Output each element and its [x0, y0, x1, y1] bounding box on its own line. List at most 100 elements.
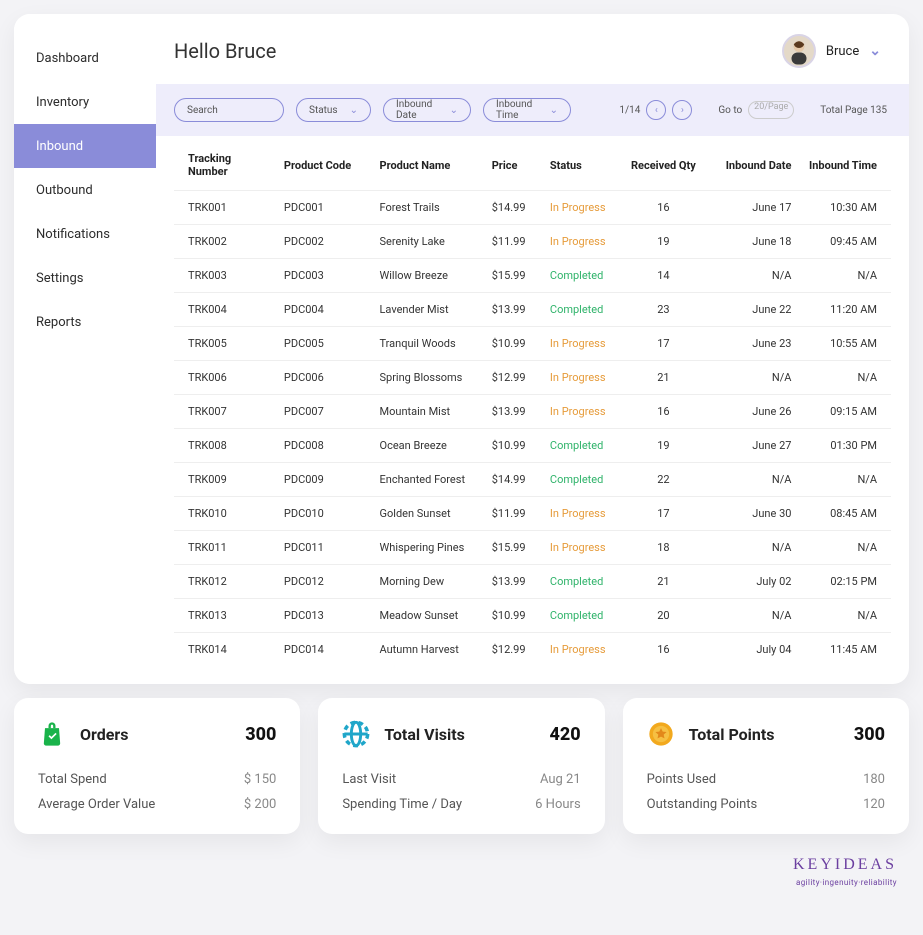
cell-qty: 16	[619, 191, 708, 225]
search-input[interactable]: Search	[174, 98, 284, 122]
greeting: Hello Bruce	[174, 39, 276, 63]
cell-code: PDC012	[278, 565, 374, 599]
table-row[interactable]: TRK013PDC013Meadow Sunset$10.99Completed…	[174, 599, 891, 633]
cell-date: N/A	[708, 361, 797, 395]
cell-code: PDC003	[278, 259, 374, 293]
inbound-time-select[interactable]: Inbound Time⌄	[483, 98, 571, 122]
cell-time: 11:45 AM	[797, 633, 891, 667]
cell-qty: 18	[619, 531, 708, 565]
sidebar-item-outbound[interactable]: Outbound	[14, 168, 156, 212]
th-tracking: Tracking Number	[174, 136, 278, 191]
cell-price: $14.99	[486, 463, 544, 497]
th-code: Product Code	[278, 136, 374, 191]
cell-time: N/A	[797, 463, 891, 497]
table-row[interactable]: TRK008PDC008Ocean Breeze$10.99Completed1…	[174, 429, 891, 463]
table-row[interactable]: TRK011PDC011Whispering Pines$15.99In Pro…	[174, 531, 891, 565]
sidebar-item-reports[interactable]: Reports	[14, 300, 156, 344]
spending-time-label: Spending Time / Day	[342, 797, 462, 812]
medal-icon	[647, 720, 675, 748]
cell-price: $10.99	[486, 599, 544, 633]
sidebar-item-settings[interactable]: Settings	[14, 256, 156, 300]
avg-order-label: Average Order Value	[38, 797, 155, 812]
cell-date: N/A	[708, 599, 797, 633]
table-row[interactable]: TRK006PDC006Spring Blossoms$12.99In Prog…	[174, 361, 891, 395]
cell-code: PDC010	[278, 497, 374, 531]
th-time: Inbound Time	[797, 136, 891, 191]
chevron-down-icon: ⌄	[450, 105, 458, 116]
cell-status: In Progress	[544, 633, 619, 667]
status-select[interactable]: Status⌄	[296, 98, 371, 122]
bag-icon	[38, 720, 66, 748]
cell-price: $13.99	[486, 565, 544, 599]
table-row[interactable]: TRK001PDC001Forest Trails$14.99In Progre…	[174, 191, 891, 225]
orders-title: Orders	[80, 725, 128, 744]
table-row[interactable]: TRK004PDC004Lavender Mist$13.99Completed…	[174, 293, 891, 327]
next-page-button[interactable]: ›	[672, 100, 692, 120]
table-row[interactable]: TRK014PDC014Autumn Harvest$12.99In Progr…	[174, 633, 891, 667]
outstanding-points-label: Outstanding Points	[647, 797, 758, 812]
cell-price: $11.99	[486, 497, 544, 531]
cell-code: PDC011	[278, 531, 374, 565]
th-qty: Received Qty	[619, 136, 708, 191]
table-row[interactable]: TRK009PDC009Enchanted Forest$14.99Comple…	[174, 463, 891, 497]
cell-status: In Progress	[544, 531, 619, 565]
cell-name: Spring Blossoms	[374, 361, 486, 395]
cell-qty: 16	[619, 395, 708, 429]
total-page: Total Page 135	[820, 105, 887, 116]
cell-name: Ocean Breeze	[374, 429, 486, 463]
cell-name: Willow Breeze	[374, 259, 486, 293]
cell-qty: 19	[619, 225, 708, 259]
table-row[interactable]: TRK002PDC002Serenity Lake$11.99In Progre…	[174, 225, 891, 259]
cell-date: June 17	[708, 191, 797, 225]
topbar: Hello Bruce Bruce ⌄	[156, 14, 909, 84]
cell-code: PDC008	[278, 429, 374, 463]
sidebar-item-notifications[interactable]: Notifications	[14, 212, 156, 256]
table-row[interactable]: TRK012PDC012Morning Dew$13.99Completed21…	[174, 565, 891, 599]
cell-tracking: TRK007	[174, 395, 278, 429]
cell-name: Golden Sunset	[374, 497, 486, 531]
prev-page-button[interactable]: ‹	[646, 100, 666, 120]
cell-tracking: TRK010	[174, 497, 278, 531]
cell-tracking: TRK001	[174, 191, 278, 225]
cell-qty: 22	[619, 463, 708, 497]
user-menu[interactable]: Bruce ⌄	[782, 34, 881, 68]
total-spend-label: Total Spend	[38, 772, 107, 787]
points-used-value: 180	[863, 772, 885, 787]
cell-price: $12.99	[486, 633, 544, 667]
cell-code: PDC002	[278, 225, 374, 259]
cell-tracking: TRK004	[174, 293, 278, 327]
table-row[interactable]: TRK010PDC010Golden Sunset$11.99In Progre…	[174, 497, 891, 531]
inbound-table: Tracking Number Product Code Product Nam…	[156, 136, 909, 684]
cell-time: N/A	[797, 259, 891, 293]
cell-status: Completed	[544, 293, 619, 327]
orders-card: Orders 300 Total Spend$ 150 Average Orde…	[14, 698, 300, 834]
th-name: Product Name	[374, 136, 486, 191]
sidebar-item-dashboard[interactable]: Dashboard	[14, 36, 156, 80]
inbound-date-select[interactable]: Inbound Date⌄	[383, 98, 471, 122]
cell-price: $15.99	[486, 259, 544, 293]
goto-input[interactable]: 20/Page	[748, 101, 794, 119]
cell-time: 10:30 AM	[797, 191, 891, 225]
table-row[interactable]: TRK003PDC003Willow Breeze$15.99Completed…	[174, 259, 891, 293]
cell-status: Completed	[544, 565, 619, 599]
cell-qty: 16	[619, 633, 708, 667]
cell-time: 09:15 AM	[797, 395, 891, 429]
cell-date: N/A	[708, 531, 797, 565]
sidebar-item-inbound[interactable]: Inbound	[14, 124, 156, 168]
cell-time: N/A	[797, 531, 891, 565]
cell-status: Completed	[544, 429, 619, 463]
cell-tracking: TRK005	[174, 327, 278, 361]
cell-tracking: TRK006	[174, 361, 278, 395]
page-indicator: 1/14	[619, 105, 640, 116]
cell-name: Enchanted Forest	[374, 463, 486, 497]
cell-price: $10.99	[486, 327, 544, 361]
table-row[interactable]: TRK005PDC005Tranquil Woods$10.99In Progr…	[174, 327, 891, 361]
sidebar-item-inventory[interactable]: Inventory	[14, 80, 156, 124]
table-row[interactable]: TRK007PDC007Mountain Mist$13.99In Progre…	[174, 395, 891, 429]
last-visit-label: Last Visit	[342, 772, 396, 787]
cell-name: Autumn Harvest	[374, 633, 486, 667]
visits-value: 420	[550, 724, 581, 745]
cell-tracking: TRK013	[174, 599, 278, 633]
cell-tracking: TRK008	[174, 429, 278, 463]
cell-name: Mountain Mist	[374, 395, 486, 429]
